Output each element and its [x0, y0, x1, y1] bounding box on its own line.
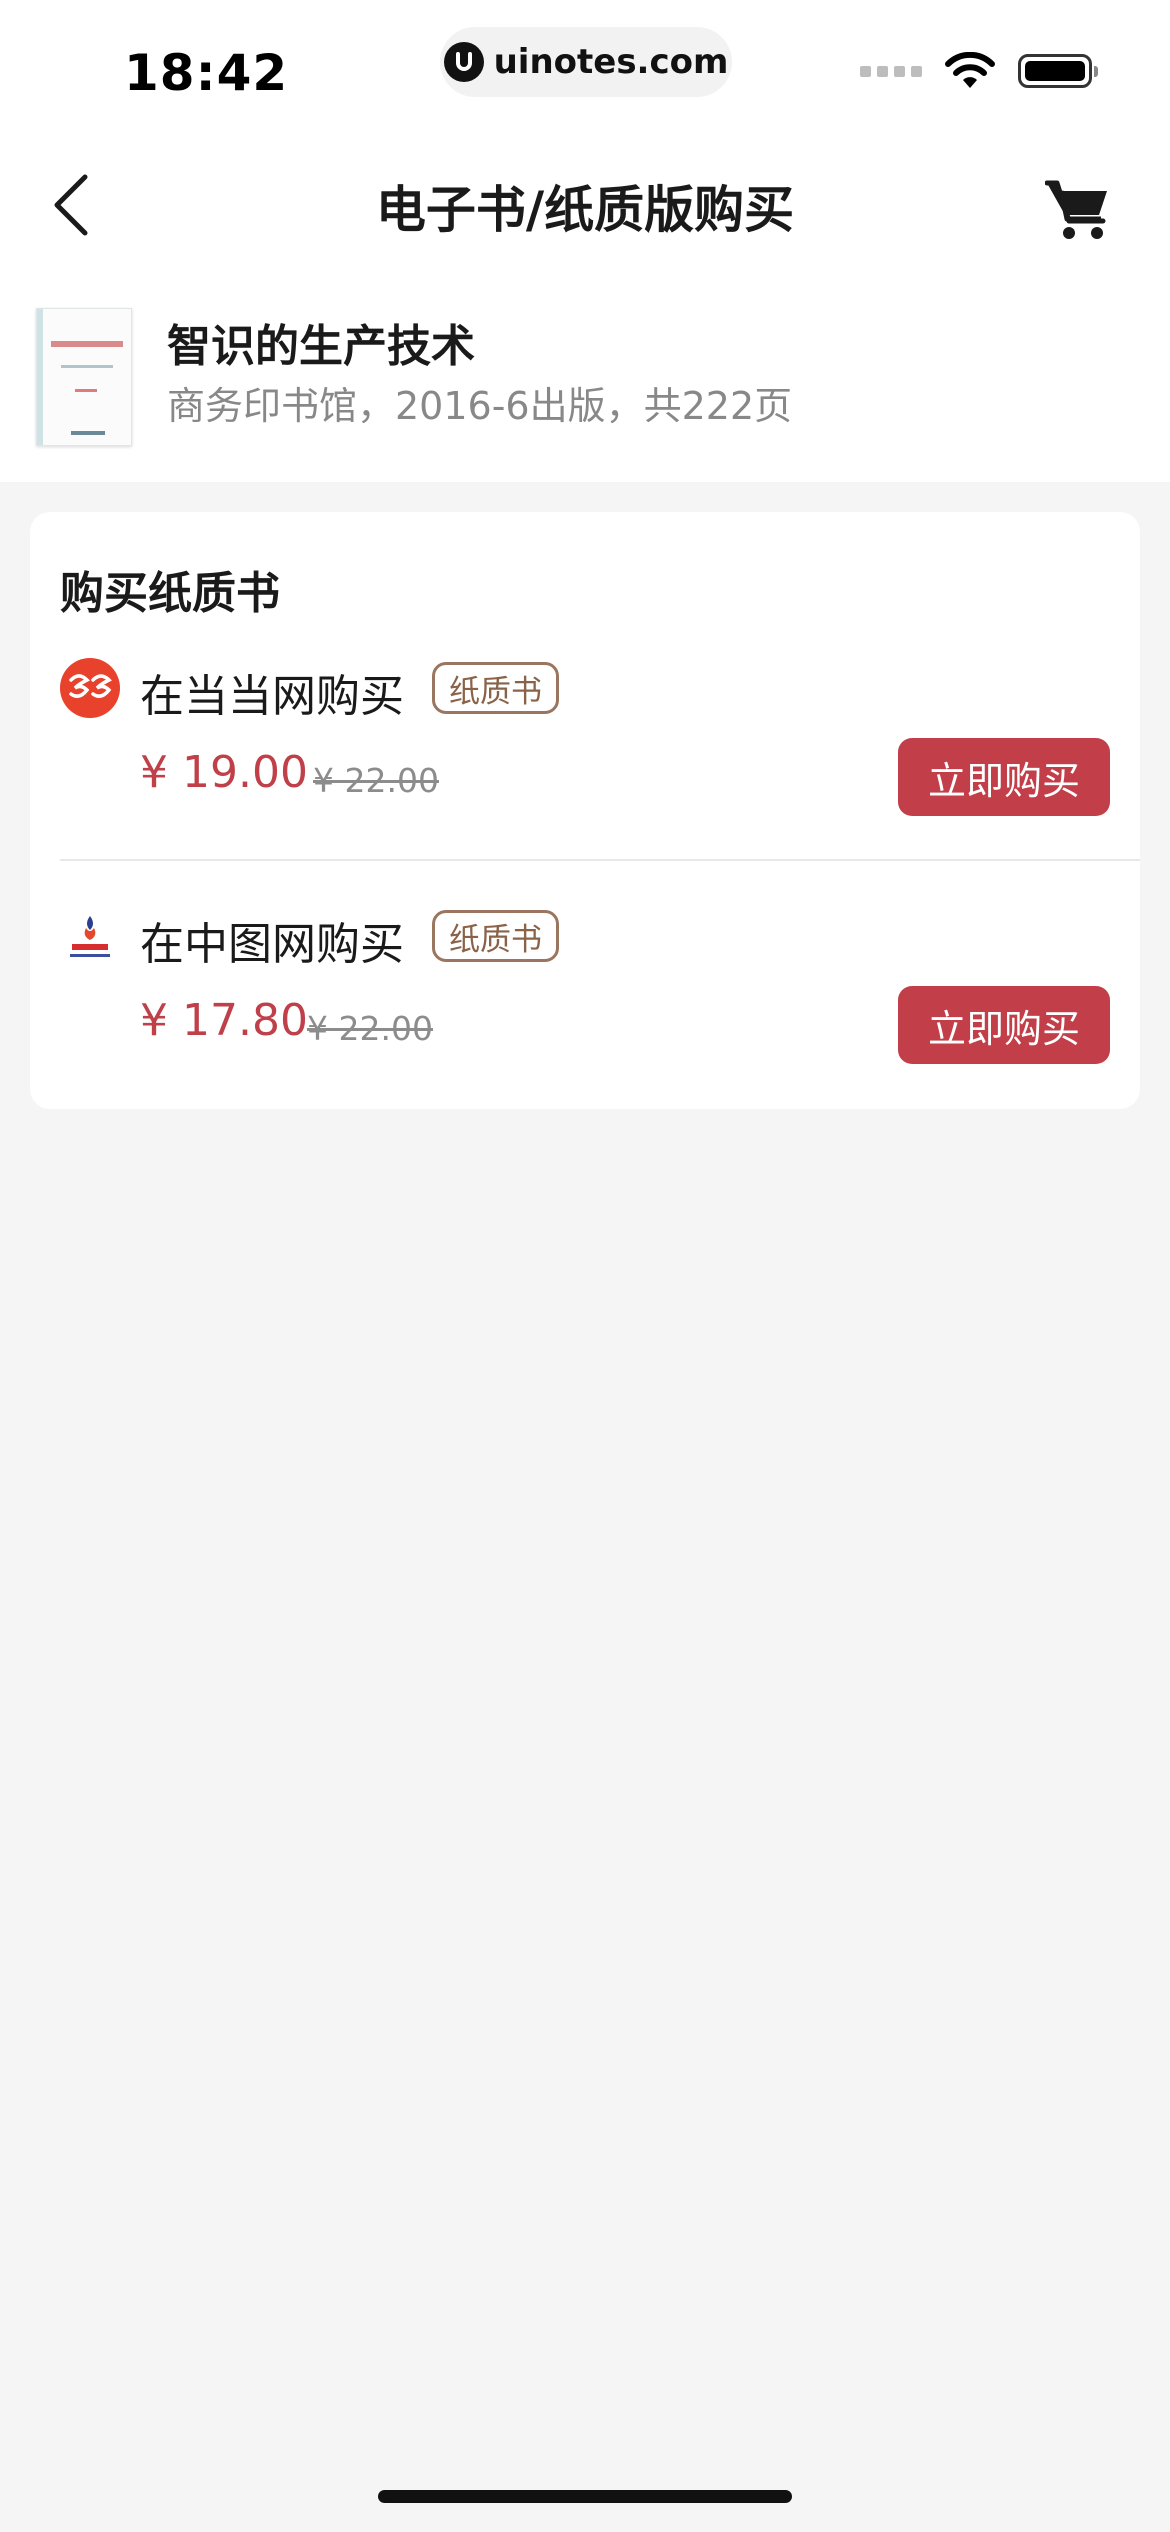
buy-now-button-dangdang[interactable]: 立即购买 [898, 738, 1110, 816]
book-title: 智识的生产技术 [167, 321, 475, 372]
paper-book-tag: 纸质书 [432, 910, 559, 962]
vendor-name: 在当当网购买 [140, 671, 404, 722]
url-text: uinotes.com [493, 42, 729, 82]
original-price: ¥ 22.00 [313, 761, 439, 800]
home-indicator[interactable] [378, 2490, 792, 2503]
buy-now-button-bookschina[interactable]: 立即购买 [898, 986, 1110, 1064]
sale-price: ¥ 19.00 [140, 747, 308, 798]
bookschina-logo-icon [60, 908, 120, 968]
url-pill[interactable]: uinotes.com [440, 27, 732, 97]
battery-icon [1018, 54, 1098, 88]
paper-book-tag: 纸质书 [432, 662, 559, 714]
book-meta: 商务印书馆，2016-6出版，共222页 [167, 384, 793, 428]
vendor-name: 在中图网购买 [140, 919, 404, 970]
dangdang-logo-icon [60, 658, 120, 718]
site-logo-icon [443, 42, 484, 82]
shopping-cart-icon [1045, 180, 1107, 239]
cart-button[interactable] [1038, 170, 1118, 250]
divider [60, 859, 1140, 861]
status-time: 18:42 [124, 44, 289, 102]
sale-price: ¥ 17.80 [140, 995, 308, 1046]
page-title: 电子书/纸质版购买 [375, 181, 795, 239]
wifi-icon [945, 52, 995, 88]
book-cover[interactable] [36, 308, 132, 446]
paper-book-card: 购买纸质书 在当当网购买 纸质书 ¥ 19.00 ¥ 22.00 立即购买 在中… [30, 512, 1140, 1109]
status-icons [860, 52, 1098, 90]
original-price: ¥ 22.00 [307, 1009, 433, 1048]
card-title: 购买纸质书 [60, 568, 280, 619]
cellular-signal-icon [860, 65, 922, 77]
